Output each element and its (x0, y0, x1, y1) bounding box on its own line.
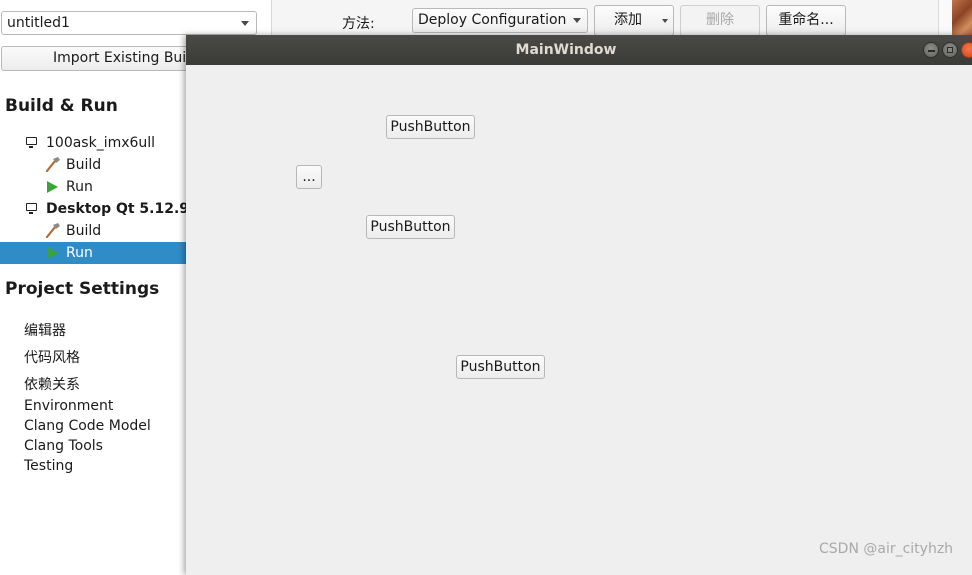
settings-item-editor[interactable]: 编辑器 (24, 320, 66, 340)
dropdown-arrow-icon (662, 19, 668, 23)
background-thumbnail (952, 0, 972, 40)
push-button-2[interactable]: PushButton (366, 215, 455, 239)
deploy-configuration-select[interactable]: Deploy Configuration (412, 8, 588, 33)
close-button[interactable] (961, 42, 972, 58)
kit-name: 100ask_imx6ull (46, 135, 156, 151)
settings-item-dependencies[interactable]: 依赖关系 (24, 374, 80, 394)
tool-button[interactable]: ... (296, 165, 322, 189)
monitor-icon (26, 137, 37, 148)
settings-item-environment[interactable]: Environment (24, 398, 113, 414)
main-window: MainWindow PushButton ... PushButton Pus… (186, 35, 972, 575)
chevron-down-icon (573, 18, 581, 23)
add-button-label: 添加 (614, 12, 642, 28)
deploy-configuration-value: Deploy Configuration (418, 12, 567, 28)
hammer-icon (45, 157, 60, 172)
run-icon (47, 247, 58, 259)
settings-item-testing[interactable]: Testing (24, 458, 73, 474)
run-icon (47, 181, 58, 193)
build-label: Build (66, 223, 102, 239)
hammer-icon (45, 223, 60, 238)
project-select[interactable]: untitled1 (1, 11, 257, 35)
run-label: Run (66, 179, 93, 195)
method-label: 方法: (342, 16, 375, 32)
settings-item-clang-code-model[interactable]: Clang Code Model (24, 418, 151, 434)
monitor-icon (26, 203, 37, 214)
maximize-button[interactable] (942, 42, 958, 58)
chevron-down-icon (241, 21, 249, 26)
settings-item-clang-tools[interactable]: Clang Tools (24, 438, 103, 454)
add-button[interactable]: 添加 (594, 5, 674, 36)
maximize-icon (947, 47, 953, 53)
watermark: CSDN @air_cityhzh (819, 541, 954, 557)
build-label: Build (66, 157, 102, 173)
project-select-value: untitled1 (7, 15, 70, 31)
minimize-button[interactable] (923, 42, 939, 58)
project-settings-heading: Project Settings (5, 279, 160, 299)
rename-button[interactable]: 重命名... (766, 5, 846, 36)
settings-item-code-style[interactable]: 代码风格 (24, 347, 80, 367)
minimize-icon (928, 50, 935, 52)
window-title[interactable]: MainWindow (186, 35, 972, 65)
run-label: Run (66, 245, 93, 261)
build-run-heading: Build & Run (5, 96, 118, 116)
push-button-3[interactable]: PushButton (456, 355, 545, 379)
delete-button[interactable]: 删除 (680, 5, 760, 36)
push-button-1[interactable]: PushButton (386, 115, 475, 139)
